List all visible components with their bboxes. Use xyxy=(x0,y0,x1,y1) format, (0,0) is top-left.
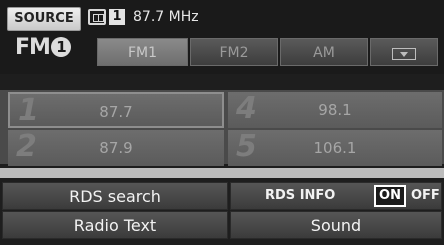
preset-frequency: 87.9 xyxy=(99,139,133,157)
preset-button-1[interactable]: 1 87.7 xyxy=(8,92,224,128)
band-badge: FM 1 xyxy=(7,34,79,62)
tuner-list-arrow-icon xyxy=(392,47,416,60)
radio-text-button[interactable]: Radio Text xyxy=(2,211,228,239)
preset-frequency: 87.7 xyxy=(99,103,133,121)
preset-frequency: 106.1 xyxy=(313,139,357,157)
rds-info-on-button[interactable]: ON xyxy=(374,185,406,207)
band-number: 1 xyxy=(50,37,71,57)
stereo-indicator-icon xyxy=(88,9,106,25)
radio-screen: SOURCE FM 1 1 87.7 MHz FM1 FM2 AM 1 87.7 … xyxy=(0,0,444,245)
current-frequency: 87.7 MHz xyxy=(133,9,199,25)
preset-frequency: 98.1 xyxy=(318,101,352,119)
source-button[interactable]: SOURCE xyxy=(7,7,81,31)
rds-info-off-button[interactable]: OFF xyxy=(411,183,440,209)
sound-button[interactable]: Sound xyxy=(230,211,442,239)
separator-band xyxy=(0,168,444,178)
tuner-list-arrow-button[interactable] xyxy=(370,38,438,66)
band-letters: FM xyxy=(15,35,51,60)
current-preset-number: 1 xyxy=(109,9,125,25)
preset-button-4[interactable]: 4 98.1 xyxy=(228,91,442,128)
rds-info-label: RDS INFO xyxy=(265,188,336,203)
rds-info-row: RDS INFO ON OFF xyxy=(230,182,442,210)
rds-search-button[interactable]: RDS search xyxy=(2,182,228,210)
tab-fm2[interactable]: FM2 xyxy=(190,38,278,66)
tab-fm1[interactable]: FM1 xyxy=(97,38,188,66)
tab-am[interactable]: AM xyxy=(280,38,368,66)
preset-button-5[interactable]: 5 106.1 xyxy=(228,129,442,166)
preset-grid: 1 87.7 4 98.1 2 87.9 5 106.1 xyxy=(0,90,444,166)
preset-button-2[interactable]: 2 87.9 xyxy=(8,129,224,166)
header-bar: SOURCE FM 1 1 87.7 MHz FM1 FM2 AM xyxy=(0,0,444,74)
